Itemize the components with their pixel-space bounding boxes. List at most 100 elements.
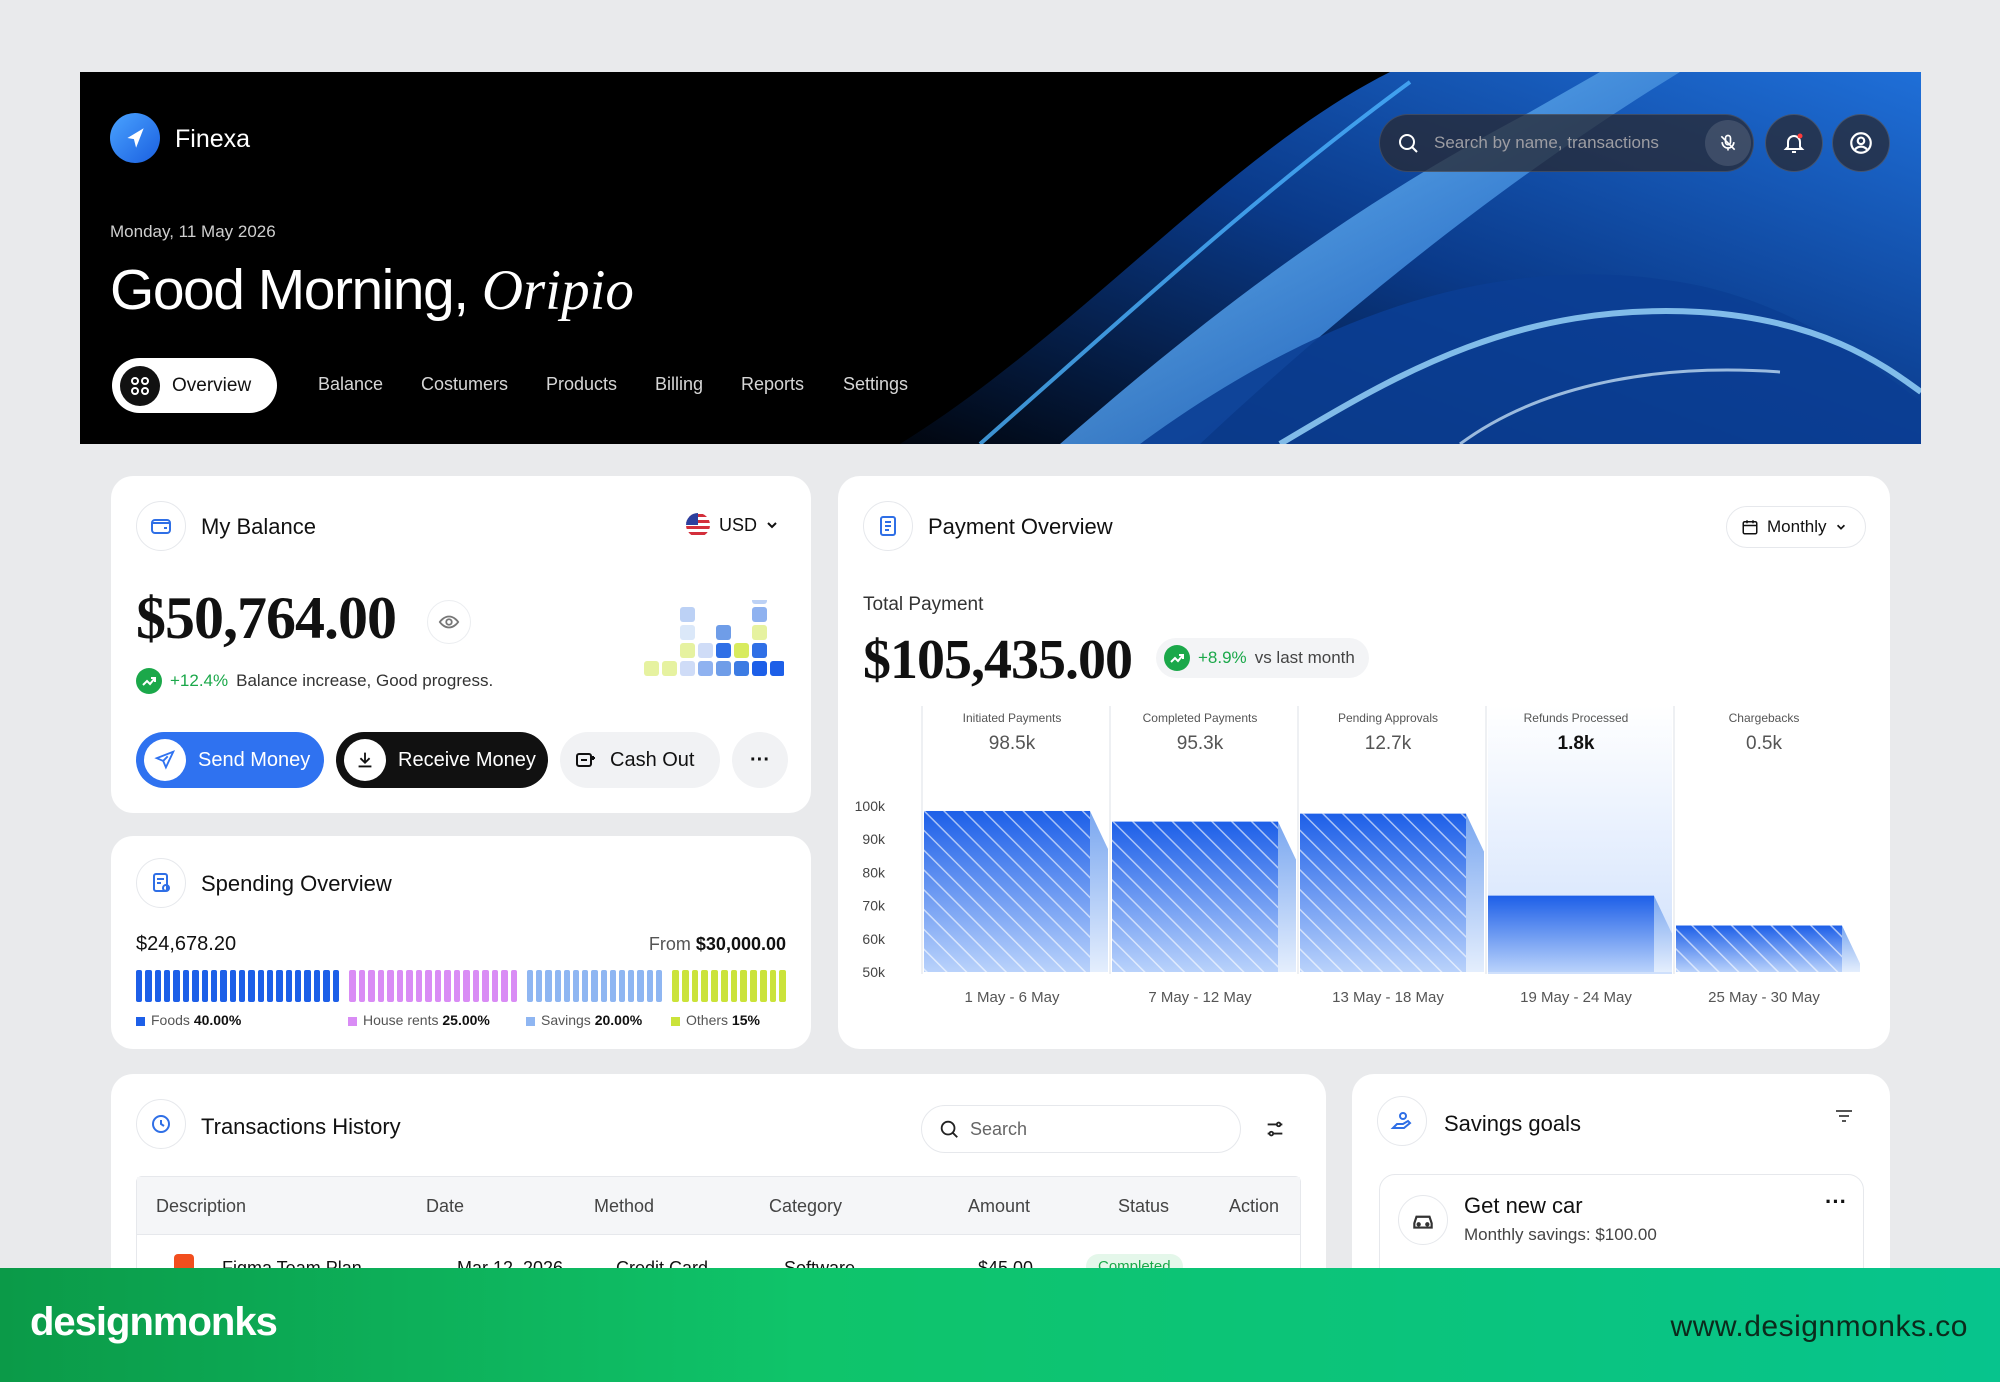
tab-overview-label: Overview [172, 374, 252, 396]
bar-series-label: Refunds Processed [1524, 711, 1629, 725]
bar-side [1278, 821, 1296, 972]
calendar-icon [1742, 520, 1758, 535]
spending-limit: From $30,000.00 [649, 934, 786, 955]
download-icon [344, 739, 386, 781]
hero-banner: Finexa Monday, 11 May 2026 Good Morning,… [80, 72, 1921, 444]
history-icon [136, 1099, 186, 1149]
notification-bell-icon[interactable] [1765, 114, 1823, 172]
header-search-input[interactable]: Search by name, transactions [1379, 114, 1754, 172]
bar-hatch [1676, 925, 1842, 972]
column-description[interactable]: Description [156, 1196, 246, 1217]
trend-up-icon [136, 668, 162, 694]
column-action[interactable]: Action [1229, 1196, 1279, 1217]
column-method[interactable]: Method [594, 1196, 654, 1217]
mic-off-icon[interactable] [1705, 120, 1751, 166]
my-balance-title: My Balance [201, 514, 316, 539]
more-options-button[interactable]: ··· [732, 732, 788, 788]
send-icon [144, 739, 186, 781]
balance-amount: $50,764.00 [136, 585, 397, 651]
bar-4 [1488, 895, 1654, 972]
tab-overview[interactable]: Overview [112, 358, 277, 413]
tab-reports[interactable]: Reports [741, 374, 804, 395]
payment-bar-chart: 100k 90k 80k 70k 60k 50k Initiated Payments 98.… [855, 706, 1860, 1006]
tab-products[interactable]: Products [546, 374, 617, 395]
eye-icon[interactable] [427, 600, 471, 644]
savings-title: Savings goals [1444, 1111, 1581, 1136]
bar-series-label: Pending Approvals [1338, 711, 1438, 725]
app-name: Finexa [175, 125, 251, 153]
x-tick-label: 25 May - 30 May [1708, 989, 1820, 1006]
receipt-icon [136, 858, 186, 908]
legend-others: Others 15% [671, 1012, 760, 1028]
x-tick-label: 13 May - 18 May [1332, 989, 1444, 1006]
user-name: Oripio [481, 259, 634, 322]
tab-balance[interactable]: Balance [318, 374, 383, 395]
payment-title: Payment Overview [928, 514, 1113, 539]
transactions-search-input[interactable]: Search [921, 1105, 1241, 1153]
spending-from-label: From [648, 934, 691, 954]
spending-bar-house-rents [349, 970, 517, 1002]
legend-house-rents: House rents 25.00% [348, 1012, 490, 1028]
house-rents-pct: 25.00% [442, 1012, 490, 1028]
bar-value-label: 0.5k [1746, 733, 1782, 754]
bar-series-label: Chargebacks [1729, 711, 1800, 725]
others-dot [671, 1016, 680, 1026]
bar-side [1090, 810, 1108, 972]
footer-brand: designmonks [30, 1300, 278, 1344]
house-rents-label: House rents [363, 1012, 439, 1028]
foods-label: Foods [151, 1012, 190, 1028]
finexa-logo-icon[interactable] [110, 113, 160, 163]
tab-costumers[interactable]: Costumers [421, 374, 508, 395]
greeting-text: Good Morning, [110, 258, 469, 322]
filter-sliders-icon[interactable] [1251, 1105, 1299, 1153]
tab-billing[interactable]: Billing [655, 374, 703, 395]
foods-dot [136, 1016, 145, 1026]
my-balance-card: My Balance USD $50,764.00 +12.4% Balance… [111, 476, 811, 813]
foods-pct: 40.00% [193, 1012, 242, 1028]
payment-change-note: vs last month [1254, 648, 1355, 667]
transactions-search-placeholder: Search [970, 1118, 1028, 1139]
savings-label: Savings [541, 1012, 591, 1028]
bar-side [1466, 813, 1484, 972]
spending-amount: $24,678.20 [136, 933, 237, 955]
header-search-placeholder: Search by name, transactions [1434, 133, 1659, 152]
footer-url[interactable]: www.designmonks.co [1671, 1310, 1968, 1344]
grid-icon [120, 365, 160, 406]
total-payment-amount: $105,435.00 [863, 629, 1133, 691]
wallet-icon [136, 501, 186, 551]
goal-subtitle: Monthly savings: $100.00 [1464, 1225, 1657, 1244]
currency-select[interactable]: USD [685, 512, 779, 538]
balance-mini-chart [644, 600, 784, 676]
column-amount[interactable]: Amount [968, 1196, 1030, 1217]
period-label: Monthly [1767, 517, 1827, 536]
column-date[interactable]: Date [426, 1196, 464, 1217]
period-select[interactable]: Monthly [1726, 506, 1866, 548]
profile-icon[interactable] [1832, 114, 1890, 172]
column-status[interactable]: Status [1118, 1196, 1169, 1217]
filter-icon[interactable] [1832, 1104, 1856, 1133]
cash-out-button[interactable]: Cash Out [560, 732, 720, 788]
bar-series-label: Completed Payments [1143, 711, 1258, 725]
greeting-heading: Good Morning, Oripio [110, 257, 634, 323]
house-rents-dot [348, 1016, 357, 1026]
total-payment-label: Total Payment [863, 594, 984, 615]
search-icon [1399, 134, 1418, 153]
savings-pct: 20.00% [594, 1012, 643, 1028]
column-category[interactable]: Category [769, 1196, 842, 1217]
spending-bar-savings [527, 970, 663, 1002]
trend-up-icon [1164, 645, 1190, 671]
chevron-down-icon [767, 522, 777, 529]
tab-settings[interactable]: Settings [843, 374, 908, 395]
savings-hand-icon [1377, 1096, 1427, 1146]
search-icon [940, 1120, 958, 1138]
payment-overview-card: Payment Overview Monthly Total Payment $… [838, 476, 1890, 1049]
goal-more-icon[interactable]: ··· [1825, 1189, 1847, 1215]
bar-hatch [1112, 821, 1278, 972]
bar-side [1842, 925, 1860, 972]
car-icon [1398, 1195, 1448, 1245]
spending-title: Spending Overview [201, 871, 392, 896]
bar-hatch [924, 810, 1090, 972]
payment-change-percent: +8.9% [1198, 648, 1247, 667]
receive-money-button[interactable]: Receive Money [336, 732, 548, 788]
send-money-button[interactable]: Send Money [136, 732, 324, 788]
